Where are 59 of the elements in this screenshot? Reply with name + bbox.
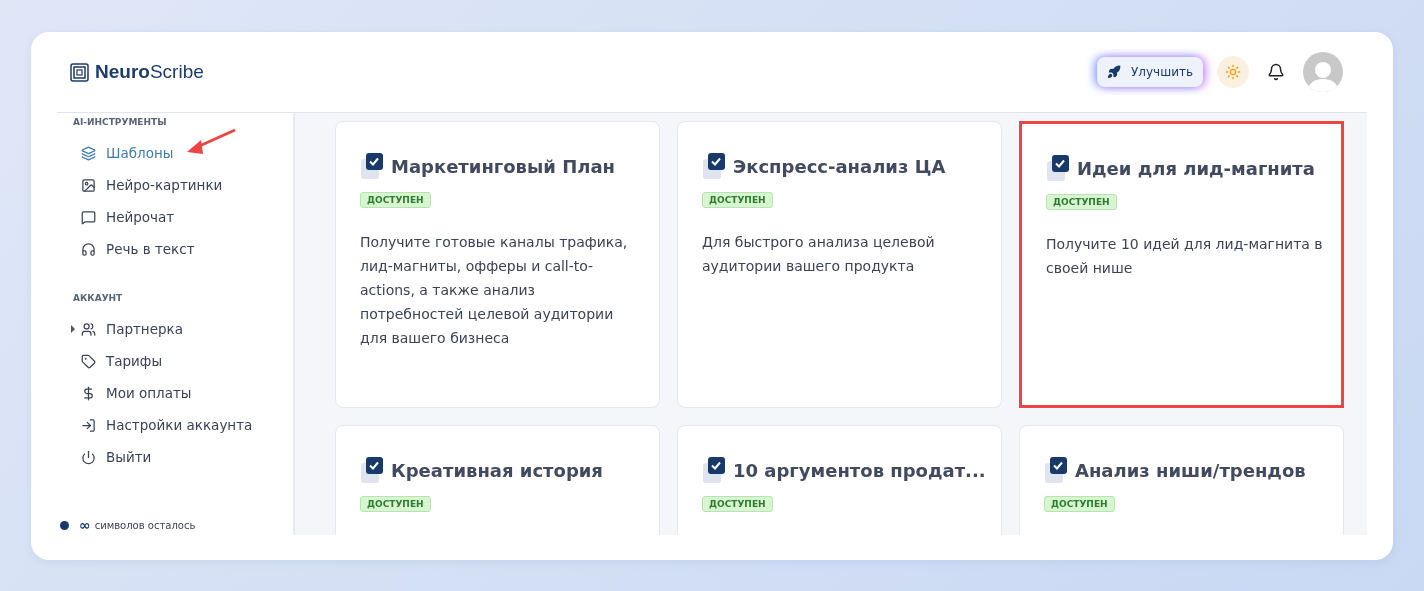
section-title: АККАУНТ bbox=[73, 293, 124, 303]
card-description: Для быстрого анализа целевой аудитории вашего продукта bbox=[702, 233, 936, 276]
card-description: Получите 10 идей для лид-магнита в своей нише bbox=[1046, 235, 1323, 278]
users-icon bbox=[81, 321, 96, 337]
card-description: Получите готовые каналы трафика, лид-магниты, офферы и call-to-actions, а также анализ потребностей целевой аудитории для вашего бизнеса bbox=[360, 233, 629, 348]
status-badge: ДОСТУПЕН bbox=[360, 496, 431, 512]
caret-icon[interactable] bbox=[71, 325, 75, 333]
symbols-left-text: символов осталось bbox=[94, 519, 196, 531]
sidebar-item[interactable]: Нейрочат bbox=[73, 201, 293, 233]
tag-icon bbox=[81, 353, 96, 369]
card-title: Идеи для лид-магнита bbox=[1077, 157, 1315, 179]
sign-in-icon bbox=[81, 417, 96, 433]
checkbox-icon bbox=[1046, 154, 1070, 182]
sun-icon bbox=[1225, 64, 1241, 80]
image-icon bbox=[81, 177, 96, 193]
bell-icon bbox=[1267, 63, 1285, 81]
checkbox-icon bbox=[1044, 456, 1068, 484]
rocket-icon bbox=[1107, 65, 1121, 79]
template-card[interactable]: Креативная история ДОСТУПЕН bbox=[335, 425, 660, 535]
dollar-icon bbox=[81, 385, 96, 401]
card-title: Маркетинговый План bbox=[391, 155, 615, 177]
card-title: Анализ ниши/трендов bbox=[1075, 459, 1306, 481]
status-badge: ДОСТУПЕН bbox=[1046, 194, 1117, 210]
sidebar-item[interactable]: Речь в текст bbox=[73, 233, 293, 265]
status-badge: ДОСТУПЕН bbox=[360, 192, 431, 208]
card-title: Экспресс-анализ ЦА bbox=[733, 155, 946, 177]
card-title: Креативная история bbox=[391, 459, 603, 481]
status-badge: ДОСТУПЕН bbox=[702, 496, 773, 512]
template-card[interactable]: Экспресс-анализ ЦА ДОСТУПЕН Для быстрого анализа целевой аудитории вашего продукта bbox=[677, 121, 1002, 408]
chat-bubble-icon bbox=[81, 209, 96, 225]
status-badge: ДОСТУПЕН bbox=[702, 192, 773, 208]
section-title: AI-ИНСТРУМЕНТЫ bbox=[73, 117, 168, 127]
checkbox-icon bbox=[702, 152, 726, 180]
upgrade-button[interactable]: Улучшить bbox=[1097, 57, 1203, 87]
status-dot bbox=[60, 520, 69, 530]
checkbox-icon bbox=[360, 456, 384, 484]
checkbox-icon bbox=[360, 152, 384, 180]
checkbox-icon bbox=[702, 456, 726, 484]
annotation-arrow bbox=[185, 128, 237, 156]
brand-name: NeuroScribe bbox=[95, 61, 204, 83]
template-card[interactable]: Идеи для лид-магнита ДОСТУПЕН Получите 10 идей для лид-магнита в своей нише bbox=[1019, 121, 1344, 408]
template-card[interactable]: 10 аргументов продат... ДОСТУПЕН bbox=[677, 425, 1002, 535]
template-card[interactable]: Анализ ниши/трендов ДОСТУПЕН bbox=[1019, 425, 1344, 535]
status-badge: ДОСТУПЕН bbox=[1044, 496, 1115, 512]
power-icon bbox=[81, 449, 96, 465]
logo-icon bbox=[70, 62, 89, 82]
template-card[interactable]: Маркетинговый План ДОСТУПЕН Получите готовые каналы трафика, лид-магниты, офферы и call-to-actions, а также анализ потребностей целевой аудитории для вашего бизнеса bbox=[335, 121, 660, 408]
sidebar-item[interactable]: Выйти bbox=[73, 441, 293, 473]
infinity-symbol: ∞ bbox=[79, 517, 91, 533]
card-title: 10 аргументов продат... bbox=[733, 459, 986, 481]
sidebar-item[interactable]: Шаблоны bbox=[73, 137, 293, 169]
sidebar-item[interactable]: Настройки аккаунта bbox=[73, 409, 293, 441]
headphones-icon bbox=[81, 241, 96, 257]
layers-icon bbox=[81, 145, 96, 161]
sidebar-item[interactable]: Партнерка bbox=[73, 313, 293, 345]
sidebar-item[interactable]: Нейро-картинки bbox=[73, 169, 293, 201]
sidebar-item[interactable]: Мои оплаты bbox=[73, 377, 293, 409]
sidebar-item[interactable]: Тарифы bbox=[73, 345, 293, 377]
theme-toggle-button[interactable] bbox=[1217, 56, 1249, 88]
